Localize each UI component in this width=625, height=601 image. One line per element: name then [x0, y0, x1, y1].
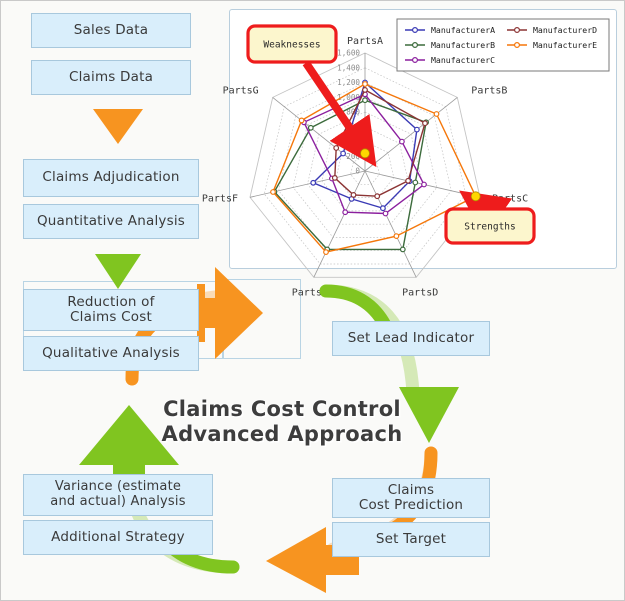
flow-box-set-lead-indicator[interactable]: Set Lead Indicator	[332, 321, 490, 356]
flow-box-reduction-of-claims-cost[interactable]: Reduction of Claims Cost	[23, 289, 199, 331]
mid-flow-panel	[223, 279, 301, 359]
page-title: Claims Cost Control Advanced Approach	[161, 397, 403, 446]
radar-category-label-partsd: PartsD	[402, 287, 438, 298]
flow-box-qualitative-analysis[interactable]: Qualitative Analysis	[23, 336, 199, 371]
arrow-left-orange	[266, 527, 326, 593]
curve-green-right-solid	[319, 284, 392, 332]
radar-chart-panel	[229, 9, 617, 269]
flow-box-claims-data[interactable]: Claims Data	[31, 60, 191, 95]
flow-box-claims-cost-prediction[interactable]: Claims Cost Prediction	[332, 478, 490, 518]
flow-box-claims-adjudication[interactable]: Claims Adjudication	[23, 159, 199, 197]
arrow-down-orange-1	[93, 109, 143, 144]
diagram-root: 0 200 400 600 800 1,000 1,200 1,400 1,600 PartsA P…	[0, 0, 625, 601]
flow-box-set-target[interactable]: Set Target	[332, 522, 490, 557]
flow-box-sales-data[interactable]: Sales Data	[31, 13, 191, 48]
flow-box-quantitative-analysis[interactable]: Quantitative Analysis	[23, 204, 199, 239]
flow-box-additional-strategy[interactable]: Additional Strategy	[23, 520, 213, 555]
flow-box-variance-analysis[interactable]: Variance (estimate and actual) Analysis	[23, 474, 213, 516]
